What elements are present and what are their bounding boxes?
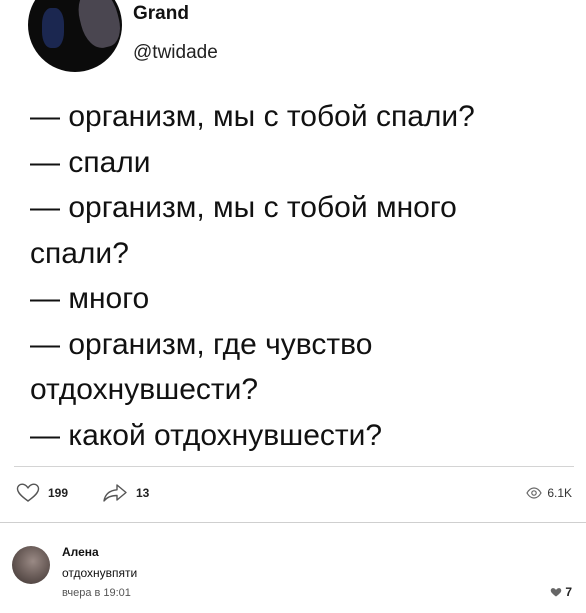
divider <box>0 522 586 523</box>
post-text-line: — спали <box>30 145 151 179</box>
post-text-line: спали? <box>30 236 129 270</box>
comment-timestamp: вчера в 19:01 <box>62 587 131 599</box>
comment-author-avatar[interactable] <box>12 546 50 584</box>
comment-text: отдохнувпяти <box>62 566 138 580</box>
post-text-line: — много <box>30 282 150 315</box>
post-text: — организм, мы с тобой спали? — спали — … <box>30 94 578 458</box>
heart-icon <box>16 483 40 502</box>
share-count: 13 <box>136 486 150 500</box>
post-text-line: — организм, мы с тобой спали? <box>30 100 475 133</box>
like-button[interactable]: 199 <box>16 482 68 504</box>
post-text-line: — какой отдохнувшести? <box>30 418 383 452</box>
comment-author-name[interactable]: Алена <box>62 545 99 559</box>
post-author-name[interactable]: Grand <box>133 3 189 25</box>
post-text-line: — организм, где чувство <box>30 327 373 361</box>
divider <box>14 466 574 467</box>
like-count: 199 <box>48 486 69 500</box>
post-author-handle[interactable]: @twidade <box>133 42 218 64</box>
views-counter: 6.1K <box>526 482 572 504</box>
share-button[interactable]: 13 <box>102 482 149 504</box>
share-arrow-icon <box>103 484 127 502</box>
comment-like-count: 7 <box>565 585 572 599</box>
post-author-avatar[interactable] <box>28 0 122 72</box>
post-text-line: отдохнувшести? <box>30 373 259 406</box>
eye-icon <box>526 487 543 499</box>
post-text-line: — организм, мы с тобой много <box>30 191 457 224</box>
avatar-detail <box>42 8 64 48</box>
heart-filled-icon <box>551 587 562 596</box>
comment-like-button[interactable]: 7 <box>550 585 572 599</box>
avatar-detail <box>73 0 122 52</box>
view-count: 6.1K <box>547 486 572 500</box>
